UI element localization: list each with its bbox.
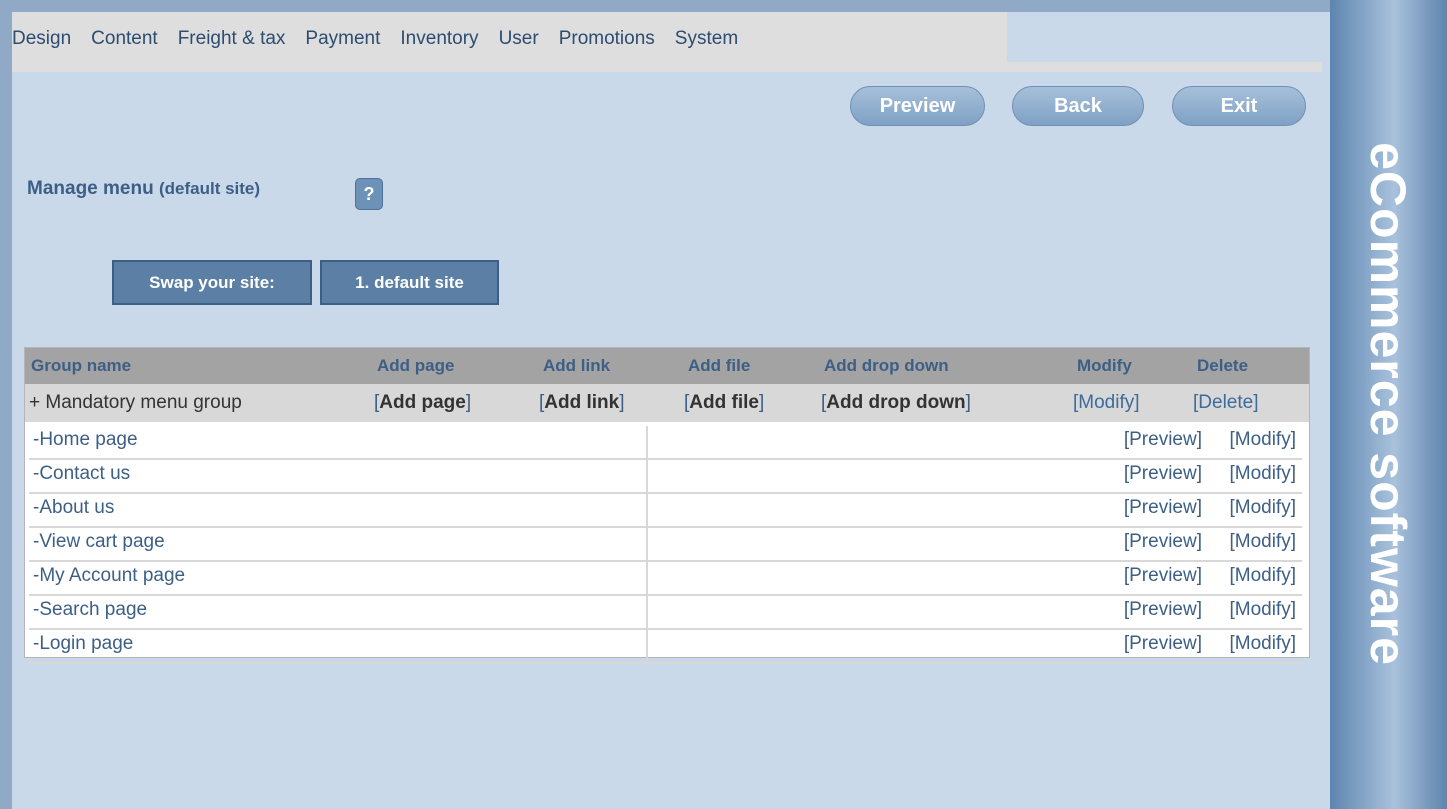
group-delete-link[interactable]: [Delete] (1193, 392, 1258, 414)
menu-item-name: -My Account page (33, 565, 186, 586)
nav-item-user[interactable]: User (499, 28, 539, 50)
menu-item-name: -View cart page (33, 531, 165, 552)
menu-item-name: -Search page (33, 599, 148, 620)
modify-link[interactable]: [Modify] (1229, 429, 1296, 451)
swap-site-label: Swap your site: (112, 260, 312, 305)
header-add-file: Add file (688, 356, 751, 375)
group-row: + Mandatory menu group [Add page] [Add l… (25, 384, 1309, 422)
menu-item-name: -Home page (33, 429, 138, 450)
add-link-link[interactable]: [Add link] (539, 392, 625, 414)
table-row: -Home page [Preview] [Modify] (29, 426, 1302, 460)
site-selector[interactable]: 1. default site (320, 260, 499, 305)
menu-table: Group name Add page Add link Add file Ad… (24, 347, 1310, 664)
menu-item-name: -About us (33, 497, 115, 518)
modify-link[interactable]: [Modify] (1229, 599, 1296, 621)
help-icon[interactable]: ? (355, 178, 383, 210)
column-divider (646, 596, 648, 628)
nav-item-system[interactable]: System (675, 28, 738, 50)
preview-button[interactable]: Preview (850, 86, 985, 126)
preview-link[interactable]: [Preview] (1124, 429, 1202, 451)
column-divider (646, 460, 648, 492)
add-drop-down-link[interactable]: [Add drop down] (821, 392, 971, 414)
column-divider (646, 528, 648, 560)
table-row: -About us [Preview] [Modify] (29, 494, 1302, 528)
preview-link[interactable]: [Preview] (1124, 633, 1202, 655)
column-divider (646, 494, 648, 526)
table-row: -Search page [Preview] [Modify] (29, 596, 1302, 630)
column-divider (646, 630, 648, 662)
column-divider (646, 562, 648, 594)
menu-item-list: -Home page [Preview] [Modify] -Contact u… (29, 426, 1302, 664)
add-file-label[interactable]: Add file (689, 392, 759, 413)
top-border (0, 0, 1330, 12)
header-add-page: Add page (377, 356, 455, 375)
menu-item-name: -Login page (33, 633, 134, 654)
modify-link[interactable]: [Modify] (1229, 531, 1296, 553)
nav-item-content[interactable]: Content (91, 28, 158, 50)
back-button[interactable]: Back (1012, 86, 1144, 126)
preview-link[interactable]: [Preview] (1124, 531, 1202, 553)
nav-underline (12, 62, 1322, 72)
page-subtitle: (default site) (158, 179, 261, 198)
add-link-label[interactable]: Add link (544, 392, 619, 413)
nav-item-inventory[interactable]: Inventory (400, 28, 478, 50)
table-row: -Contact us [Preview] [Modify] (29, 460, 1302, 494)
group-name[interactable]: + Mandatory menu group (29, 392, 242, 414)
table-header: Group name Add page Add link Add file Ad… (25, 348, 1309, 384)
header-modify: Modify (1077, 356, 1132, 375)
add-page-link[interactable]: [Add page] (374, 392, 471, 414)
header-group-name: Group name (31, 356, 132, 375)
page-title: Manage menu (default site) (27, 178, 260, 200)
table-row: -View cart page [Preview] [Modify] (29, 528, 1302, 562)
left-border (0, 0, 12, 809)
exit-button[interactable]: Exit (1172, 86, 1306, 126)
group-modify-link[interactable]: [Modify] (1073, 392, 1140, 414)
page-title-text: Manage menu (27, 178, 154, 199)
modify-link[interactable]: [Modify] (1229, 463, 1296, 485)
modify-link[interactable]: [Modify] (1229, 497, 1296, 519)
nav-item-freight-tax[interactable]: Freight & tax (178, 28, 286, 50)
preview-link[interactable]: [Preview] (1124, 497, 1202, 519)
modify-link[interactable]: [Modify] (1229, 633, 1296, 655)
nav-menu: Design Content Freight & tax Payment Inv… (12, 20, 758, 58)
add-page-label[interactable]: Add page (379, 392, 466, 413)
add-drop-down-label[interactable]: Add drop down (826, 392, 965, 413)
table-row: -Login page [Preview] [Modify] (29, 630, 1302, 664)
nav-item-promotions[interactable]: Promotions (559, 28, 655, 50)
brand-text: eCommerce software (1360, 142, 1416, 666)
menu-item-name: -Contact us (33, 463, 131, 484)
header-add-drop-down: Add drop down (824, 356, 949, 375)
add-file-link[interactable]: [Add file] (684, 392, 764, 414)
table-row: -My Account page [Preview] [Modify] (29, 562, 1302, 596)
preview-link[interactable]: [Preview] (1124, 463, 1202, 485)
header-add-link: Add link (543, 356, 611, 375)
column-divider (646, 426, 648, 458)
header-delete: Delete (1197, 356, 1249, 375)
modify-link[interactable]: [Modify] (1229, 565, 1296, 587)
preview-link[interactable]: [Preview] (1124, 599, 1202, 621)
preview-link[interactable]: [Preview] (1124, 565, 1202, 587)
nav-item-payment[interactable]: Payment (305, 28, 380, 50)
nav-item-design[interactable]: Design (12, 28, 71, 50)
